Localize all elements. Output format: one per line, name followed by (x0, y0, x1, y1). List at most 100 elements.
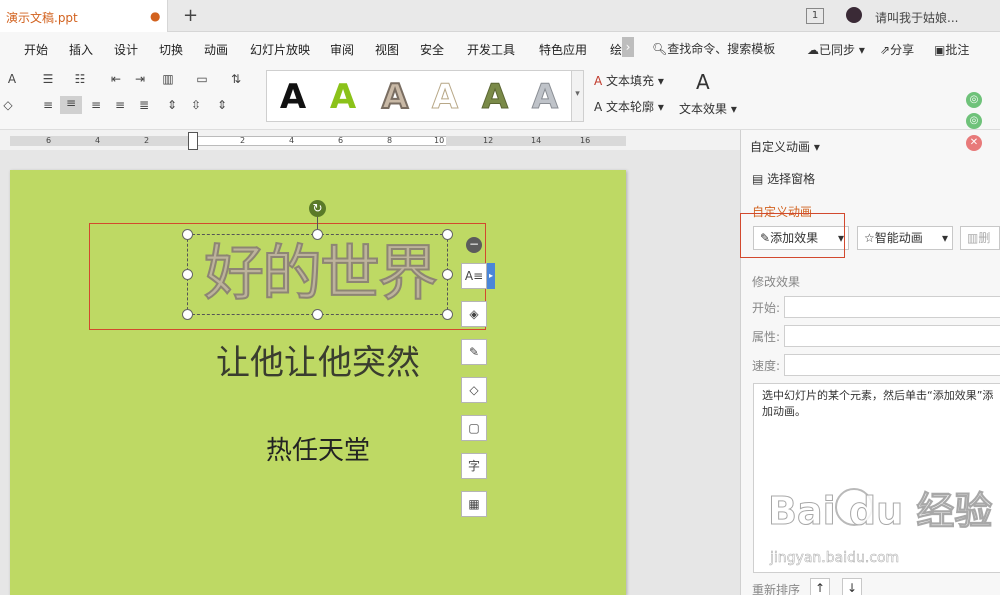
menu-security[interactable]: 安全 (420, 41, 444, 58)
brush-icon[interactable]: ✎ (461, 339, 487, 365)
selection-pane-label: 选择窗格 (767, 172, 816, 186)
menu-animation[interactable]: 动画 (204, 41, 228, 58)
fill-icon[interactable]: ◇ (461, 377, 487, 403)
align-left-icon[interactable]: ≡ (40, 98, 56, 112)
text-wrap-icon[interactable]: A≡ (461, 263, 487, 289)
layers-icon[interactable]: ◈ (461, 301, 487, 327)
slide-title[interactable]: 好的世界 (192, 236, 448, 312)
numbered-list-icon[interactable]: ☷ (72, 72, 88, 86)
increase-indent-icon[interactable]: ⇥ (132, 72, 148, 86)
comment-button[interactable]: ▣批注 (934, 41, 969, 58)
align-center-icon[interactable]: ≡ (60, 96, 82, 114)
smart-animation-button[interactable]: ☆智能动画 ▾ (857, 226, 953, 250)
text-fill-button[interactable]: A 文本填充 ▾ (594, 72, 664, 89)
menu-review[interactable]: 审阅 (330, 41, 354, 58)
border-icon[interactable]: ▢ (461, 415, 487, 441)
chevron-down-icon: ▾ (727, 102, 737, 116)
speed-label: 速度: (752, 359, 781, 373)
distribute-icon[interactable]: ≣ (136, 98, 152, 112)
menu-design[interactable]: 设计 (114, 41, 138, 58)
ruler-number: 10 (434, 136, 445, 145)
rotate-handle[interactable]: ↻ (309, 200, 326, 217)
selection-pane-icon: ▤ (752, 172, 764, 186)
move-up-button[interactable]: ↑ (810, 578, 830, 595)
resize-handle-left[interactable] (182, 269, 193, 280)
document-tab[interactable]: 演示文稿.ppt ● (0, 0, 168, 32)
wordart-style-silver[interactable]: A (525, 77, 565, 118)
more-tools-icon[interactable]: ▦ (461, 491, 487, 517)
font-a-icon[interactable]: A (4, 72, 20, 86)
line-spacing-icon[interactable]: ⇕ (164, 98, 180, 112)
decrease-indent-icon[interactable]: ⇤ (108, 72, 124, 86)
character-format-icon[interactable]: 字 (461, 453, 487, 479)
text-effect-icon[interactable]: A (696, 70, 710, 94)
speed-select[interactable] (784, 354, 1000, 376)
menu-developer[interactable]: 开发工具 (467, 41, 515, 58)
menu-features[interactable]: 特色应用 (539, 41, 587, 58)
bullet-list-icon[interactable]: ☰ (40, 72, 56, 86)
justify-icon[interactable]: ≡ (112, 98, 128, 112)
new-tab-button[interactable]: + (183, 5, 198, 26)
columns-icon[interactable]: ▥ (160, 72, 176, 86)
wordart-style-white-outline[interactable]: A (425, 77, 465, 118)
start-select[interactable] (784, 296, 1000, 318)
wordart-style-green[interactable]: A (323, 77, 363, 117)
menu-draw[interactable]: 绘 (610, 41, 622, 58)
menu-insert[interactable]: 插入 (69, 41, 93, 58)
menu-slideshow[interactable]: 幻灯片放映 (250, 41, 310, 58)
resize-handle-top-left[interactable] (182, 229, 193, 240)
resize-handle-bottom-right[interactable] (442, 309, 453, 320)
slide-subtitle[interactable]: 让他让他突然 (198, 340, 438, 386)
window-count-badge[interactable]: 1 (806, 8, 824, 24)
resize-handle-right[interactable] (442, 269, 453, 280)
sync-status[interactable]: ☁︎已同步 ▾ (807, 41, 865, 58)
menu-more-button[interactable]: › (622, 37, 634, 57)
property-select[interactable] (784, 325, 1000, 347)
side-tool-icon[interactable]: ◎ (966, 92, 982, 108)
text-direction-icon[interactable]: ⇅ (228, 72, 244, 86)
side-tool-icon[interactable]: ◎ (966, 113, 982, 129)
menu-home[interactable]: 开始 (24, 41, 48, 58)
menu-view[interactable]: 视图 (375, 41, 399, 58)
text-box-icon[interactable]: ▭ (194, 72, 210, 86)
horizontal-ruler[interactable]: 6 4 2 2 4 6 8 10 12 14 16 (0, 130, 740, 150)
text-outline-button[interactable]: A 文本轮廓 ▾ (594, 98, 664, 115)
collapse-toolbar-icon[interactable]: − (466, 237, 482, 253)
command-search[interactable]: 🔍︎查找命令、搜索模板 (652, 40, 775, 57)
paragraph-spacing-icon[interactable]: ⇳ (188, 98, 204, 112)
align-right-icon[interactable]: ≡ (88, 98, 104, 112)
gallery-more-button[interactable]: ▾ (572, 70, 584, 122)
menu-transition[interactable]: 切换 (159, 41, 183, 58)
slide-body-text[interactable]: 热任天堂 (244, 433, 392, 469)
chevron-down-icon: ▾ (654, 100, 664, 114)
indent-marker[interactable] (188, 132, 198, 150)
wordart-style-olive[interactable]: A (475, 77, 515, 118)
reorder-label: 重新排序 (752, 583, 801, 595)
spacing-menu-icon[interactable]: ⇕ (214, 98, 230, 112)
cloud-icon: ☁︎ (807, 43, 819, 57)
resize-handle-bottom[interactable] (312, 309, 323, 320)
wordart-style-black[interactable]: A (273, 77, 313, 117)
side-tool-icon[interactable]: ✕ (966, 135, 982, 151)
document-tab-title: 演示文稿.ppt (6, 11, 78, 25)
move-down-button[interactable]: ↓ (842, 578, 862, 595)
pane-header-dropdown[interactable]: 自定义动画 ▾ (750, 138, 820, 155)
wordart-style-beige-outline[interactable]: A (375, 76, 415, 118)
avatar[interactable] (846, 7, 862, 23)
text-effect-button[interactable]: 文本效果 ▾ (679, 100, 737, 117)
user-name[interactable]: 请叫我于姑娘... (875, 9, 958, 26)
comment-icon: ▣ (934, 43, 946, 57)
resize-handle-bottom-left[interactable] (182, 309, 193, 320)
comment-label: 批注 (945, 43, 970, 57)
selection-pane-button[interactable]: ▤ 选择窗格 (752, 170, 815, 187)
text-fill-icon: A (594, 74, 603, 88)
resize-handle-top-right[interactable] (442, 229, 453, 240)
share-button[interactable]: ⇗分享 (880, 41, 914, 58)
expand-arrow-icon[interactable]: ▸ (487, 263, 495, 289)
resize-handle-top[interactable] (312, 229, 323, 240)
smart-animation-label: 智能动画 (874, 231, 923, 245)
animation-list[interactable]: 选中幻灯片的某个元素，然后单击“添加效果”添加动画。 (753, 383, 1000, 573)
trash-icon: ▥ (967, 231, 979, 245)
delete-button[interactable]: ▥删 (960, 226, 1000, 250)
eraser-icon[interactable]: ◇ (0, 98, 16, 112)
